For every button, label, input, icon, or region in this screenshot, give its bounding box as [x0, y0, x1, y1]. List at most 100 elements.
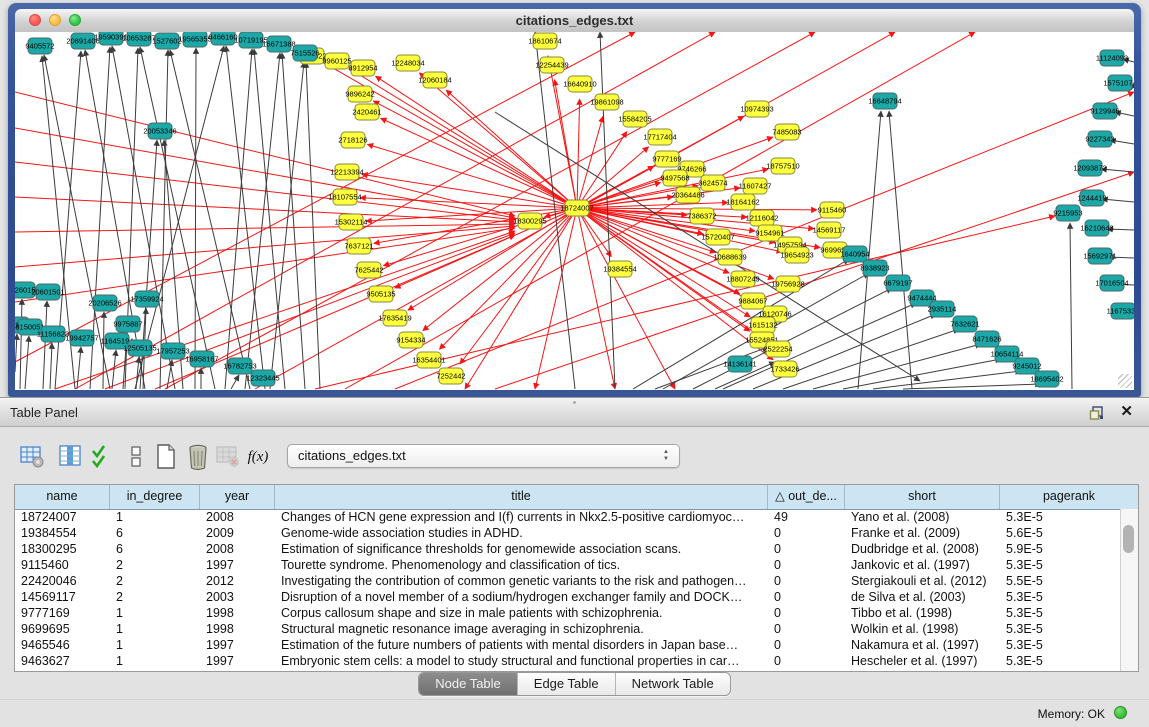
graph-node[interactable]: 10653287	[122, 32, 155, 46]
tab-node-table[interactable]: Node Table	[419, 673, 518, 695]
table-settings-icon[interactable]	[18, 443, 46, 471]
graph-node[interactable]: 16958167	[185, 351, 218, 367]
tab-edge-table[interactable]: Edge Table	[518, 673, 616, 695]
splitter-handle[interactable]	[571, 400, 578, 405]
graph-node[interactable]: 7515526	[290, 45, 319, 61]
graph-node[interactable]: 12213394	[330, 164, 363, 180]
graph-node[interactable]: 12248034	[391, 55, 424, 71]
column-visibility-icon[interactable]	[56, 443, 84, 471]
graph-node[interactable]: 16648794	[868, 93, 901, 109]
graph-edge-red[interactable]	[577, 132, 627, 208]
graph-edge-red[interactable]	[350, 69, 577, 208]
table-row[interactable]: 946554611997Estimation of the future num…	[15, 637, 1121, 653]
graph-node[interactable]: 20364486	[671, 187, 704, 203]
graph-node[interactable]: 1527602	[152, 33, 181, 49]
graph-edge-red[interactable]	[15, 224, 515, 232]
graph-node[interactable]: 18107554	[328, 189, 361, 205]
graph-node[interactable]: 8471626	[972, 331, 1001, 347]
new-table-icon[interactable]	[152, 443, 180, 471]
graph-edge-black[interactable]	[873, 371, 1021, 389]
graph-node[interactable]: 19654923	[780, 247, 813, 263]
graph-node[interactable]: 9405572	[25, 38, 54, 54]
delete-table-icon[interactable]	[184, 443, 212, 471]
graph-node[interactable]: 9896242	[345, 86, 374, 102]
graph-edge-black[interactable]	[1070, 223, 1072, 389]
graph-node[interactable]: 1615132	[748, 317, 777, 333]
tab-network-table[interactable]: Network Table	[616, 673, 730, 695]
graph-node[interactable]: 12323445	[246, 370, 279, 386]
table-row[interactable]: 1872400712008Changes of HCN gene express…	[15, 509, 1121, 525]
graph-edge-red[interactable]	[555, 80, 577, 208]
graph-node[interactable]: 9975887	[113, 316, 142, 332]
graph-edge-black[interactable]	[231, 375, 239, 389]
table-row[interactable]: 911546021997Tourette syndrome. Phenomeno…	[15, 557, 1121, 573]
graph-edge-black[interactable]	[103, 312, 104, 389]
graph-node[interactable]: 7485083	[772, 124, 801, 140]
graph-edge-black[interactable]	[15, 334, 17, 372]
graph-node[interactable]: 17359924	[130, 291, 163, 307]
graph-node[interactable]: 20601501	[31, 284, 64, 300]
graph-node[interactable]: 12093872	[1073, 160, 1106, 176]
network-canvas[interactable]: 1872400779638229960125891295498962422420…	[15, 32, 1134, 390]
graph-edge-red[interactable]	[423, 208, 577, 331]
graph-node[interactable]: 19384554	[603, 261, 636, 277]
network-window-titlebar[interactable]: citations_edges.txt	[15, 9, 1134, 33]
graph-node[interactable]: 15584205	[618, 111, 651, 127]
graph-node[interactable]: 9115460	[818, 202, 847, 218]
column-header-short[interactable]: short	[845, 485, 1000, 509]
select-all-icon[interactable]	[88, 443, 116, 471]
column-header-pagerank[interactable]: pagerank	[1000, 485, 1138, 509]
graph-node[interactable]: 12060184	[418, 72, 451, 88]
graph-edge-black[interactable]	[226, 46, 265, 389]
graph-node[interactable]: 18757510	[766, 158, 799, 174]
graph-node[interactable]: 11675330	[1107, 303, 1134, 319]
graph-node[interactable]: 11156823	[37, 326, 69, 342]
table-selector-dropdown[interactable]: citations_edges.txt ▲▼	[287, 444, 680, 468]
graph-node[interactable]: 20053346	[143, 123, 176, 139]
graph-node[interactable]: 6679197	[883, 275, 912, 291]
graph-node[interactable]: 9154334	[396, 332, 425, 348]
graph-node[interactable]: 9129946	[1090, 103, 1119, 119]
graph-node[interactable]: 14569117	[813, 222, 846, 238]
column-header-year[interactable]: year	[200, 485, 275, 509]
graph-edge-black[interactable]	[20, 299, 22, 389]
graph-node[interactable]: 15751074	[1103, 75, 1134, 91]
column-header-title[interactable]: title	[275, 485, 768, 509]
graph-edge-red[interactable]	[165, 32, 815, 389]
graph-node[interactable]: 3624574	[698, 175, 727, 191]
graph-node[interactable]: 17635419	[378, 310, 411, 326]
graph-node[interactable]: 9215953	[1053, 205, 1082, 221]
close-panel-icon[interactable]: ✕	[1120, 403, 1133, 421]
graph-node[interactable]: 10688639	[713, 249, 746, 265]
function-builder-icon[interactable]: f(x)	[244, 443, 272, 471]
graph-node[interactable]: 12254439	[535, 57, 568, 73]
graph-node[interactable]: 9227343	[1085, 131, 1114, 147]
graph-edge-red[interactable]	[376, 76, 577, 208]
graph-node[interactable]: 18164162	[726, 194, 759, 210]
graph-node[interactable]: 7252442	[436, 368, 465, 384]
graph-edge-red[interactable]	[55, 231, 515, 389]
graph-node[interactable]: 19565355	[178, 32, 211, 47]
graph-edge-black[interactable]	[282, 53, 305, 389]
graph-node[interactable]: 2718126	[338, 132, 367, 148]
graph-edge-red[interactable]	[460, 208, 577, 364]
table-row[interactable]: 1938455462009Genome-wide association stu…	[15, 525, 1121, 541]
table-row[interactable]: 977716911998Corpus callosum shape and si…	[15, 605, 1121, 621]
graph-node[interactable]: 9505135	[366, 286, 395, 302]
graph-edge-black[interactable]	[306, 62, 320, 389]
graph-node[interactable]: 2420461	[352, 104, 381, 120]
graph-node[interactable]: 8466160	[208, 32, 237, 45]
column-header-in_degree[interactable]: in_degree	[110, 485, 200, 509]
graph-node[interactable]: 17717404	[643, 129, 676, 145]
graph-edge-black[interactable]	[843, 359, 1001, 389]
graph-edge-red[interactable]	[535, 208, 577, 389]
graph-node[interactable]: 8912954	[348, 60, 377, 76]
graph-node[interactable]: 16210643	[1080, 220, 1113, 236]
table-row[interactable]: 1456911722003Disruption of a novel membe…	[15, 589, 1121, 605]
graph-edge-red[interactable]	[577, 116, 603, 208]
graph-node[interactable]: 12505135	[123, 340, 156, 356]
graph-node[interactable]: 14136141	[723, 356, 756, 372]
graph-node[interactable]: 17016504	[1095, 275, 1128, 291]
graph-node[interactable]: 2935114	[928, 301, 957, 317]
graph-node[interactable]: 2522254	[763, 341, 792, 357]
